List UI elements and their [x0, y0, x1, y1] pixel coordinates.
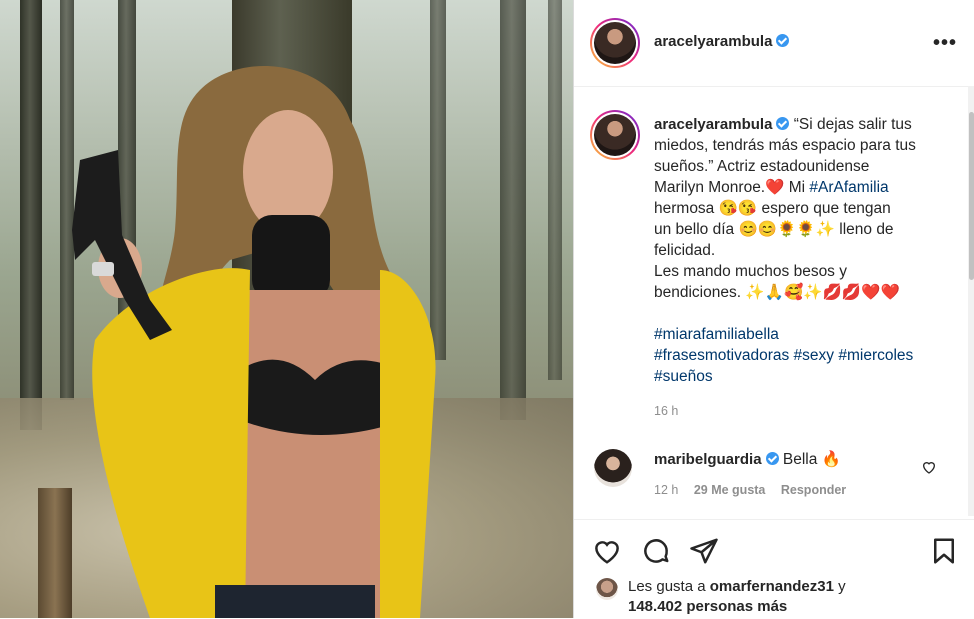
caption-line: miedos, tendrás más espacio para tus	[654, 137, 916, 154]
caption-line: bendiciones. ✨🙏🥰✨💋💋❤️❤️	[654, 284, 900, 301]
author-name-row: aracelyarambula	[654, 33, 790, 51]
liker-username[interactable]: omarfernandez31	[710, 578, 834, 595]
caption-line: sueños.” Actriz estadounidense	[654, 158, 870, 175]
reply-button[interactable]: Responder	[781, 483, 846, 497]
comment-text: Bella 🔥	[782, 451, 841, 468]
post-header: aracelyarambula •••	[574, 0, 974, 87]
caption-line: Les mando muchos besos y	[654, 263, 847, 280]
liker-avatar[interactable]	[596, 578, 618, 600]
verified-icon	[776, 34, 790, 47]
caption-scrollbar[interactable]	[968, 86, 974, 516]
author-avatar[interactable]	[590, 18, 640, 68]
commenter-avatar[interactable]	[594, 449, 632, 487]
scrollbar-thumb[interactable]	[969, 112, 974, 280]
caption-line: Marilyn Monroe.❤️ Mi	[654, 179, 810, 196]
hashtag-link[interactable]: #miarafamiliabella	[654, 324, 944, 345]
caption-line: felicidad.	[654, 242, 716, 259]
caption-author-username[interactable]: aracelyarambula	[654, 116, 772, 133]
caption-line: un bello día 😊😊🌻🌻✨ lleno de	[654, 221, 894, 238]
share-icon[interactable]	[689, 536, 719, 566]
caption-author-avatar[interactable]	[590, 110, 640, 160]
hashtag-link[interactable]: #ArAfamilia	[809, 179, 888, 196]
woman-figure	[72, 66, 436, 618]
more-icon[interactable]: •••	[933, 32, 957, 55]
caption-line: hermosa 😘😘 espero que tengan	[654, 200, 891, 217]
heart-icon[interactable]	[592, 536, 622, 566]
caption-timestamp[interactable]: 16 h	[654, 401, 944, 422]
comment: maribelguardia Bella 🔥 12 h 29 Me gusta …	[654, 450, 846, 497]
comment-time[interactable]: 12 h	[654, 483, 678, 497]
likes-prefix: Les gusta a	[628, 578, 710, 595]
bookmark-icon[interactable]	[929, 536, 959, 566]
comment-meta: 12 h 29 Me gusta Responder	[654, 483, 846, 497]
commenter-username[interactable]: maribelguardia	[654, 451, 762, 468]
likes-suffix: y	[833, 578, 846, 595]
post-details-panel: aracelyarambula ••• aracelyarambula “Si …	[573, 0, 974, 618]
comment-icon[interactable]	[641, 536, 671, 566]
comment-like-icon[interactable]	[921, 459, 937, 475]
author-username[interactable]: aracelyarambula	[654, 33, 772, 50]
caption-line: “Si dejas salir tus	[793, 116, 912, 133]
verified-icon	[765, 452, 779, 465]
hashtag-link[interactable]: #sueños	[654, 366, 944, 387]
likes-count[interactable]: 148.402 personas más	[628, 598, 787, 615]
post-caption: aracelyarambula “Si dejas salir tus mied…	[654, 114, 944, 422]
likes-summary: Les gusta a omarfernandez31 y 148.402 pe…	[628, 577, 846, 617]
comment-likes[interactable]: 29 Me gusta	[694, 483, 766, 497]
hashtag-link[interactable]: #frasesmotivadoras #sexy #miercoles	[654, 345, 944, 366]
verified-icon	[776, 117, 790, 130]
post-photo[interactable]	[0, 0, 573, 618]
